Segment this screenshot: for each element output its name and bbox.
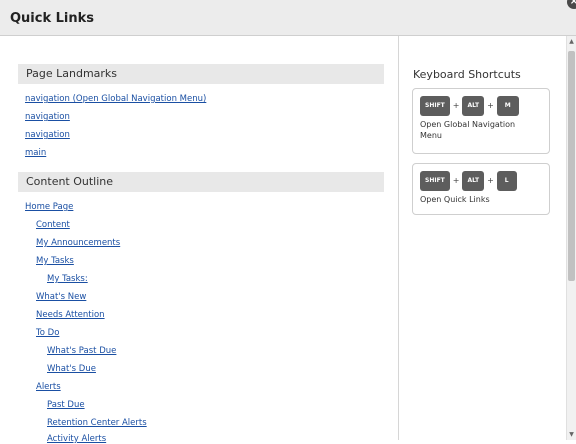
outline-link[interactable]: Alerts bbox=[36, 382, 61, 392]
outline-link[interactable]: My Tasks bbox=[36, 256, 74, 266]
outline-link[interactable]: What's Due bbox=[47, 364, 96, 374]
scroll-down-arrow-icon[interactable]: ▼ bbox=[568, 431, 575, 438]
outline-link[interactable]: Past Due bbox=[47, 400, 85, 410]
shortcut-description: Open Quick Links bbox=[420, 195, 490, 204]
content-outline-header: Content Outline bbox=[18, 172, 384, 192]
dialog-title: Quick Links bbox=[10, 11, 95, 26]
quick-links-pane: Page Landmarks navigation (Open Global N… bbox=[0, 36, 399, 444]
page-landmarks-header: Page Landmarks bbox=[18, 64, 384, 84]
outline-link[interactable]: My Tasks: bbox=[47, 274, 88, 284]
outline-link[interactable]: Home Page bbox=[25, 202, 73, 212]
key-alt: ALT bbox=[462, 170, 485, 191]
key-combo: SHIFT + ALT + M bbox=[420, 95, 519, 116]
key-m: M bbox=[496, 95, 519, 116]
landmark-link[interactable]: navigation bbox=[25, 112, 70, 122]
outline-link[interactable]: To Do bbox=[36, 328, 59, 338]
key-shift: SHIFT bbox=[420, 95, 450, 116]
scroll-up-arrow-icon[interactable]: ▲ bbox=[568, 38, 575, 45]
key-shift: SHIFT bbox=[420, 170, 450, 191]
plus-sign: + bbox=[487, 101, 494, 110]
outline-link[interactable]: My Announcements bbox=[36, 238, 120, 248]
dialog-content: Page Landmarks navigation (Open Global N… bbox=[0, 36, 566, 444]
landmark-link[interactable]: navigation (Open Global Navigation Menu) bbox=[25, 94, 206, 104]
scroll-thumb[interactable] bbox=[568, 51, 575, 281]
plus-sign: + bbox=[452, 176, 460, 185]
shortcut-description: Open Global Navigation Menu bbox=[420, 120, 516, 140]
keyboard-shortcuts-pane: Keyboard Shortcuts SHIFT + ALT + M Open Glob… bbox=[399, 36, 566, 440]
landmark-link[interactable]: navigation bbox=[25, 130, 70, 140]
outline-link[interactable]: Retention Center Alerts bbox=[47, 418, 147, 428]
outline-link[interactable]: Activity Alerts bbox=[47, 434, 106, 444]
dialog-header: Quick Links bbox=[0, 0, 576, 36]
landmark-link[interactable]: main bbox=[25, 148, 46, 158]
vertical-scrollbar[interactable]: ▲ ▼ bbox=[566, 36, 576, 440]
outline-link[interactable]: What's New bbox=[36, 292, 86, 302]
shortcut-card: SHIFT + ALT + M Open Global Navigation Menu bbox=[412, 88, 550, 154]
outline-link[interactable]: Content bbox=[36, 220, 70, 230]
plus-sign: + bbox=[452, 101, 460, 110]
key-alt: ALT bbox=[462, 95, 485, 116]
outline-link[interactable]: What's Past Due bbox=[47, 346, 116, 356]
shortcut-card: SHIFT + ALT + L Open Quick Links bbox=[412, 163, 550, 215]
plus-sign: + bbox=[487, 176, 494, 185]
key-combo: SHIFT + ALT + L bbox=[420, 170, 517, 191]
outline-link[interactable]: Needs Attention bbox=[36, 310, 105, 320]
keyboard-shortcuts-title: Keyboard Shortcuts bbox=[413, 68, 521, 81]
key-l: L bbox=[496, 170, 517, 191]
